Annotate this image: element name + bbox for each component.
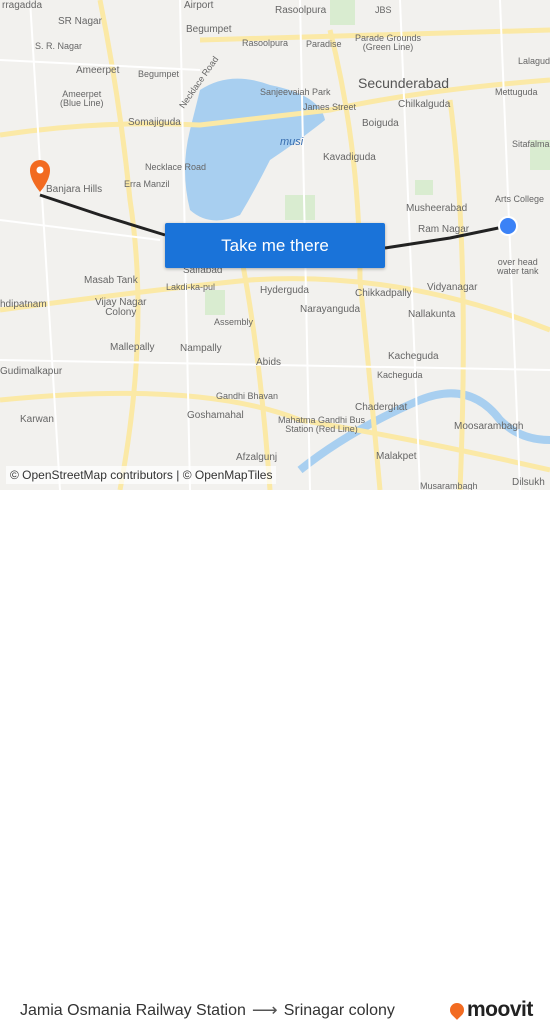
map-label: Boiguda [362, 118, 399, 129]
map-label: Musarambagh [420, 481, 478, 491]
map-label: Arts College [495, 194, 545, 204]
map-label: Paradise [306, 39, 342, 49]
map-label: Narayanguda [300, 304, 361, 315]
route-line [39, 193, 166, 237]
map-label: Nallakunta [408, 309, 456, 320]
take-me-there-button[interactable]: Take me there [165, 223, 385, 268]
map-label: Kacheguda [388, 351, 439, 362]
map-label: James Street [303, 102, 357, 112]
map-label: Chilkalguda [398, 99, 451, 110]
map-label: Malakpet [376, 451, 417, 462]
map-label: Banjara Hills [46, 184, 103, 195]
map-label: Lakdi-ka-pul [166, 282, 216, 292]
footer: Jamia Osmania Railway Station ⟶ Srinagar… [0, 490, 550, 1021]
map-label: Begumpet [138, 69, 180, 79]
map-label: Hyderguda [260, 285, 309, 296]
map-label: Goshamahal [187, 410, 244, 421]
route-summary: Jamia Osmania Railway Station ⟶ Srinagar… [20, 1000, 395, 1021]
map-label: rragadda [2, 0, 43, 11]
map-label: Mahatma Gandhi Bus Station (Red Line) [278, 415, 366, 434]
map-label: Secunderabad [358, 75, 450, 91]
map-label: Assembly [214, 317, 254, 327]
map-label: Gudimalkapur [0, 366, 63, 377]
map-label: Rasoolpura [242, 38, 289, 48]
map-label: Ameerpet (Blue Line) [60, 89, 104, 108]
map-label: Vidyanagar [427, 282, 478, 293]
map-label: Gandhi Bhavan [216, 391, 279, 401]
map-label: Mettuguda [495, 87, 538, 97]
map-label: musi [280, 136, 304, 148]
map-label: SR Nagar [58, 16, 102, 27]
map-label: Mallepally [110, 342, 155, 353]
map-label: Lalagud [518, 56, 550, 66]
map-label: Somajiguda [128, 117, 181, 128]
map-attribution[interactable]: © OpenStreetMap contributors | © OpenMap… [6, 466, 277, 484]
map[interactable]: Airport Rasoolpura JBS rragadda SR Nagar… [0, 0, 550, 490]
map-label: Airport [184, 0, 214, 11]
map-label: Masab Tank [84, 275, 138, 286]
map-label: Abids [256, 357, 282, 368]
map-label: Karwan [20, 414, 54, 425]
map-label: Erra Manzil [124, 179, 170, 189]
map-label: Vijay Nagar Colony [95, 297, 147, 318]
map-label: Sitafalmandi [512, 139, 550, 149]
moovit-logo-text: moovit [467, 998, 533, 1021]
map-label: Rasoolpura [275, 5, 327, 16]
map-label: Begumpet [186, 24, 232, 35]
map-label: Parade Grounds (Green Line) [355, 33, 422, 52]
origin-name: Jamia Osmania Railway Station [20, 1001, 246, 1019]
map-label: Ram Nagar [418, 224, 470, 235]
map-label: Kacheguda [377, 370, 423, 380]
map-label: over head water tank [497, 257, 539, 276]
map-label: Chikkadpally [355, 288, 412, 299]
arrow-right-icon: ⟶ [251, 1000, 278, 1020]
moovit-logo[interactable]: moovit [447, 998, 533, 1022]
map-label: Necklace Road [145, 162, 207, 172]
destination-marker-icon [498, 216, 518, 236]
moovit-pin-icon [447, 1000, 467, 1020]
map-label: hdipatnam [0, 299, 47, 310]
map-label: Nampally [180, 343, 222, 354]
map-label: Sanjeevaiah Park [260, 87, 331, 97]
map-label: Musheerabad [406, 203, 468, 214]
destination-name: Srinagar colony [283, 1001, 395, 1019]
map-label: Dilsukh [512, 477, 545, 488]
map-label: Chaderghat [355, 402, 408, 413]
map-label: Ameerpet [76, 65, 120, 76]
map-label: Kavadiguda [323, 152, 376, 163]
map-label: Afzalgunj [236, 452, 278, 463]
map-label: JBS [375, 5, 392, 15]
map-label: Moosarambagh [454, 421, 524, 432]
map-label: S. R. Nagar [35, 41, 83, 51]
